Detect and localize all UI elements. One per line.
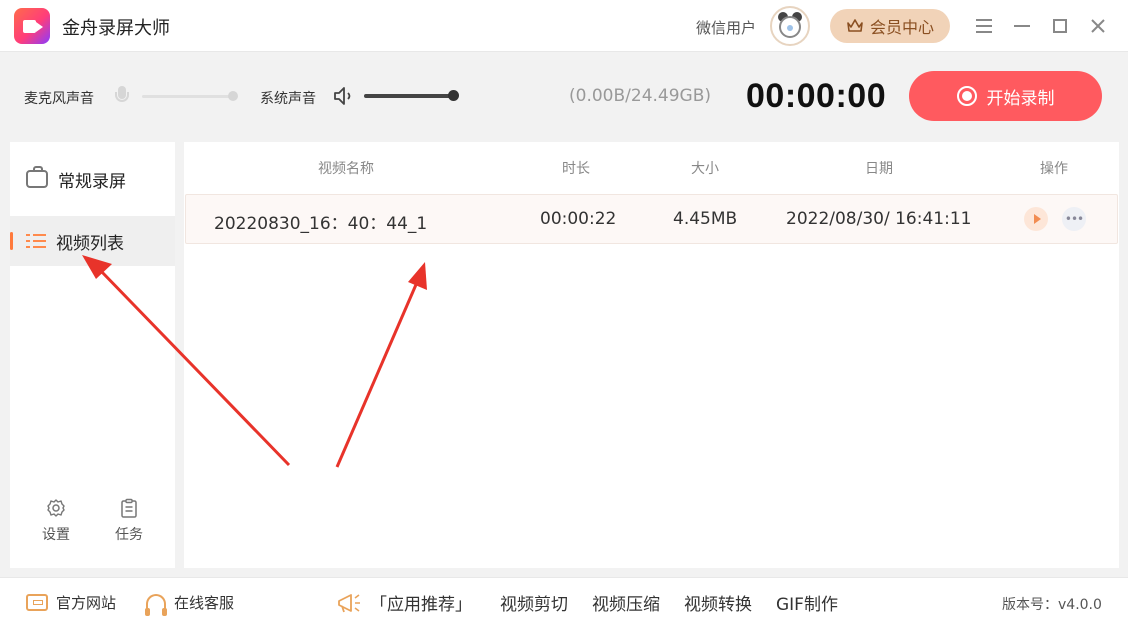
play-icon[interactable] — [1024, 207, 1048, 231]
speaker-icon[interactable] — [333, 85, 355, 107]
official-site-label: 官方网站 — [56, 594, 117, 612]
megaphone-icon — [338, 593, 360, 612]
recording-toolbar: 麦克风声音 系统声音 (0.00B/24.49GB) 00:00:00 开始录制 — [0, 53, 1128, 139]
app-recommend-label: 「应用推荐」 — [370, 595, 472, 615]
mic-volume-handle[interactable] — [228, 91, 238, 101]
video-convert-link[interactable]: 视频转换 — [684, 590, 752, 615]
app-logo-icon — [14, 8, 50, 44]
list-icon — [26, 233, 46, 249]
column-header-name: 视频名称 — [318, 161, 374, 177]
column-header-date: 日期 — [865, 161, 893, 177]
maximize-icon[interactable] — [1048, 14, 1072, 38]
tasks-label: 任务 — [115, 527, 143, 543]
system-volume-label: 系统声音 — [260, 91, 316, 107]
microphone-icon[interactable] — [113, 84, 131, 108]
crown-icon — [847, 19, 863, 32]
system-volume-handle[interactable] — [448, 90, 459, 101]
app-recommend-link[interactable]: 「应用推荐」 — [336, 590, 472, 615]
close-icon[interactable] — [1086, 14, 1110, 38]
video-cut-link[interactable]: 视频剪切 — [500, 590, 568, 615]
column-header-size: 大小 — [691, 161, 719, 177]
settings-button[interactable]: 设置 — [36, 498, 76, 544]
video-compress-link[interactable]: 视频压缩 — [592, 590, 660, 615]
headset-icon — [145, 593, 167, 616]
camera-icon — [26, 166, 48, 188]
system-volume-slider[interactable] — [364, 94, 454, 98]
minimize-icon[interactable] — [1010, 14, 1034, 38]
sidebar-item-regular-recording[interactable]: 常规录屏 — [10, 154, 175, 204]
avatar[interactable] — [770, 6, 810, 46]
online-service-label: 在线客服 — [174, 594, 235, 612]
table-header: 视频名称 时长 大小 日期 操作 — [184, 156, 1119, 180]
video-duration: 00:00:22 — [540, 209, 617, 229]
table-row[interactable]: 20220830_16：40：44_1 00:00:22 4.45MB 2022… — [185, 194, 1118, 244]
start-recording-label: 开始录制 — [986, 88, 1055, 109]
more-icon[interactable]: ••• — [1062, 207, 1086, 231]
gear-icon — [47, 499, 65, 517]
mic-volume-label: 麦克风声音 — [24, 91, 94, 107]
user-name[interactable]: 微信用户 — [696, 17, 756, 38]
sidebar-item-label: 常规录屏 — [58, 171, 126, 192]
mic-volume-slider[interactable] — [142, 95, 234, 98]
menu-icon[interactable] — [972, 14, 996, 38]
recording-timer: 00:00:00 — [746, 77, 887, 115]
sidebar-item-video-list[interactable]: 视频列表 — [10, 216, 175, 266]
video-name: 20220830_16：40：44_1 — [214, 214, 428, 234]
vip-center-label: 会员中心 — [869, 18, 934, 37]
gif-maker-link[interactable]: GIF制作 — [776, 590, 838, 615]
tasks-button[interactable]: 任务 — [109, 498, 149, 544]
monitor-icon — [26, 594, 48, 611]
avatar-nose — [787, 25, 793, 31]
version-label: 版本号：v4.0.0 — [1002, 597, 1102, 613]
video-date: 2022/08/30/ 16:41:11 — [786, 209, 972, 229]
title-bar: 金舟录屏大师 微信用户 会员中心 — [0, 0, 1128, 52]
clipboard-icon — [121, 498, 137, 518]
video-list-panel: 视频名称 时长 大小 日期 操作 20220830_16：40：44_1 00:… — [184, 142, 1119, 568]
column-header-duration: 时长 — [562, 161, 590, 177]
online-service-link[interactable]: 在线客服 — [145, 592, 235, 616]
video-size: 4.45MB — [673, 209, 738, 229]
footer-bar: 官方网站 在线客服 「应用推荐」 视频剪切 视频压缩 视频转换 GIF制作 版本… — [0, 577, 1128, 628]
start-recording-button[interactable]: 开始录制 — [909, 71, 1102, 121]
app-title: 金舟录屏大师 — [62, 18, 170, 39]
storage-usage: (0.00B/24.49GB) — [569, 86, 712, 106]
settings-label: 设置 — [42, 527, 70, 543]
vip-center-button[interactable]: 会员中心 — [830, 9, 950, 43]
official-site-link[interactable]: 官方网站 — [26, 592, 116, 613]
sidebar: 常规录屏 视频列表 设置 任务 — [10, 142, 175, 568]
record-icon — [956, 86, 977, 106]
column-header-actions: 操作 — [1040, 161, 1068, 177]
sidebar-item-label: 视频列表 — [56, 233, 124, 254]
